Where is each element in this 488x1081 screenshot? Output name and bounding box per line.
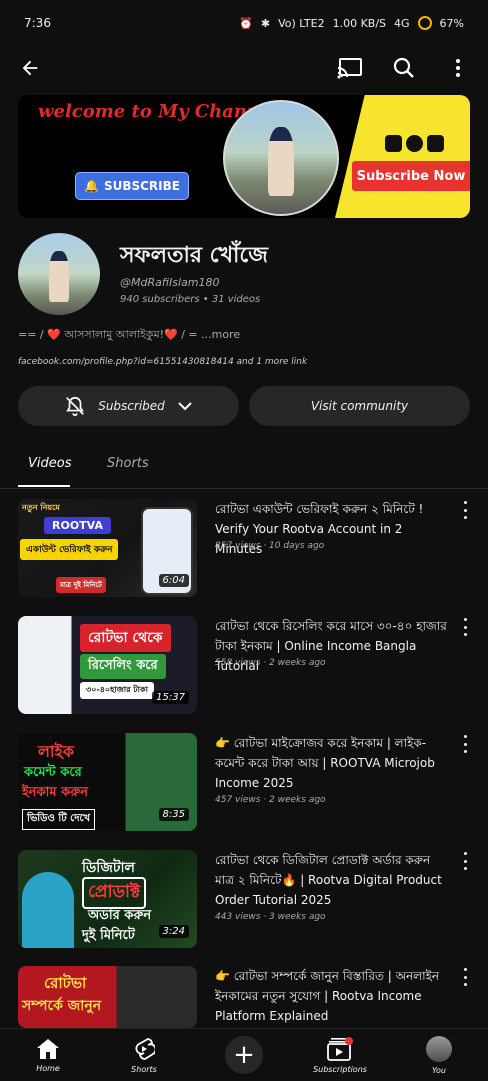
- thumb-label: ৩০-৪০হাজার টাকা: [80, 682, 154, 699]
- thumb-label: অডার করুন: [88, 908, 152, 923]
- nav-subscriptions-label: Subscriptions: [313, 1064, 367, 1074]
- subscribed-label: Subscribed: [98, 399, 165, 413]
- nav-you-label: You: [432, 1065, 446, 1075]
- thumb-label: সম্পর্কে জানুন: [22, 998, 102, 1014]
- channel-tabs: Videos Shorts: [0, 446, 488, 489]
- video-title[interactable]: 👉 রোটভা মাইক্রোজব করে ইনকাম | লাইক-কমেন্…: [215, 733, 447, 793]
- create-icon: +: [225, 1036, 263, 1074]
- nav-home-label: Home: [36, 1063, 60, 1073]
- status-icons: ⏰ ✱ Vo) LTE2 1.00 KB/S 4G 67%: [239, 16, 464, 30]
- video-more-icon[interactable]: [460, 852, 470, 870]
- thumb-label: ইনকাম করুন: [22, 785, 88, 800]
- channel-avatar[interactable]: [18, 233, 100, 315]
- video-thumbnail[interactable]: রোটভা সম্পর্কে জানুন: [18, 966, 197, 1028]
- video-thumbnail[interactable]: নতুন নিয়মে ROOTVA একাউন্ট ভেরিফাই করুন …: [18, 499, 197, 597]
- video-duration: 8:35: [158, 808, 189, 821]
- banner-social-icons: [385, 135, 444, 152]
- cast-icon[interactable]: [336, 54, 364, 82]
- status-bar: 7:36 ⏰ ✱ Vo) LTE2 1.00 KB/S 4G 67%: [0, 0, 488, 46]
- video-thumbnail[interactable]: ডিজিটাল প্রোডাক্ট অডার করুন দুই মিনিটে 3…: [18, 850, 197, 948]
- network-label: Vo) LTE2: [278, 16, 325, 30]
- video-item[interactable]: রোটভা সম্পর্কে জানুন 👉 রোটভা সম্পর্কে জা…: [18, 966, 470, 1028]
- video-item[interactable]: রোটভা থেকে রিসেলিং করে ৩০-৪০হাজার টাকা 1…: [18, 616, 470, 716]
- search-icon[interactable]: [390, 54, 418, 82]
- video-title[interactable]: রোটভা থেকে ডিজিটাল প্রোডাক্ট অর্ডার করুন…: [215, 850, 447, 910]
- bottom-navigation: Home Shorts + Subscriptions You: [0, 1028, 488, 1081]
- channel-description[interactable]: == / ❤️ আসসালামু আলাইকুম!❤️ / = ...more: [18, 326, 240, 345]
- video-duration: 15:37: [152, 691, 189, 704]
- nav-shorts[interactable]: Shorts: [104, 1029, 184, 1081]
- video-more-icon[interactable]: [460, 968, 470, 986]
- person-graphic: [22, 872, 74, 948]
- user-avatar-icon: [426, 1035, 452, 1062]
- tab-underline: [18, 485, 70, 487]
- thumb-label: রোটভা থেকে: [80, 624, 171, 652]
- video-item[interactable]: নতুন নিয়মে ROOTVA একাউন্ট ভেরিফাই করুন …: [18, 499, 470, 599]
- battery-level: 67%: [439, 16, 464, 30]
- youtube-icon: [385, 135, 402, 152]
- video-meta: 857 views · 10 days ago: [215, 541, 325, 551]
- signal-label: 4G: [394, 16, 410, 30]
- thumb-label: প্রোডাক্ট: [82, 877, 147, 909]
- banner-yellow-panel: [335, 95, 470, 218]
- subscribed-button[interactable]: Subscribed: [18, 386, 239, 426]
- visit-community-button[interactable]: Visit community: [249, 386, 470, 426]
- video-meta: 443 views · 3 weeks ago: [215, 912, 326, 922]
- banner-subscribe-label: SUBSCRIBE: [103, 179, 180, 193]
- channel-meta: 940 subscribers • 31 videos: [120, 294, 261, 305]
- channel-link[interactable]: facebook.com/profile.php?id=615514308184…: [18, 357, 307, 367]
- thumb-label: রিসেলিং করে: [80, 654, 166, 679]
- thumb-label: ভিডিও টি দেখে: [22, 809, 96, 830]
- video-item[interactable]: ডিজিটাল প্রোডাক্ট অডার করুন দুই মিনিটে 3…: [18, 850, 470, 950]
- thumb-label: একাউন্ট ভেরিফাই করুন: [20, 539, 119, 560]
- facebook-icon: [406, 135, 423, 152]
- thumb-label: মাত্র দুই মিনিটে: [56, 577, 106, 593]
- video-thumbnail[interactable]: লাইক কমেন্ট করে ইনকাম করুন ভিডিও টি দেখে…: [18, 733, 197, 831]
- chevron-down-icon: [178, 402, 192, 411]
- video-more-icon[interactable]: [460, 618, 470, 636]
- video-item[interactable]: লাইক কমেন্ট করে ইনকাম করুন ভিডিও টি দেখে…: [18, 733, 470, 833]
- battery-icon: [417, 16, 432, 30]
- nav-home[interactable]: Home: [8, 1029, 88, 1081]
- thumb-label: লাইক: [38, 742, 75, 761]
- video-title[interactable]: 👉 রোটভা সম্পর্কে জানুন বিস্তারিত | অনলাই…: [215, 966, 447, 1026]
- thumb-label: ROOTVA: [44, 517, 111, 534]
- instagram-icon: [427, 135, 444, 152]
- video-meta: 558 views · 2 weeks ago: [215, 658, 326, 668]
- back-arrow-icon[interactable]: [16, 54, 44, 82]
- video-more-icon[interactable]: [460, 735, 470, 753]
- video-duration: 3:24: [158, 925, 189, 938]
- channel-name: সফলতার খোঁজে: [120, 243, 268, 268]
- thumb-label: দুই মিনিটে: [82, 928, 135, 943]
- banner-subscribe-graphic: 🔔 SUBSCRIBE: [76, 173, 188, 199]
- video-duration: 6:04: [158, 574, 189, 587]
- nav-shorts-label: Shorts: [131, 1064, 157, 1074]
- net-speed: 1.00 KB/S: [332, 16, 387, 30]
- bluetooth-icon: ✱: [260, 16, 271, 30]
- shorts-icon: [135, 1037, 155, 1060]
- nav-subscriptions[interactable]: Subscriptions: [300, 1029, 380, 1081]
- tab-videos[interactable]: Videos: [28, 456, 71, 471]
- nav-you[interactable]: You: [399, 1029, 479, 1081]
- subscriptions-icon: [327, 1036, 353, 1061]
- banner-photo: [223, 100, 339, 216]
- bell-icon: 🔔: [84, 179, 99, 193]
- nav-create[interactable]: +: [204, 1029, 284, 1081]
- bell-off-icon: [66, 396, 85, 416]
- channel-handle: @MdRafiIslam180: [120, 276, 220, 289]
- home-icon: [37, 1038, 59, 1059]
- video-thumbnail[interactable]: রোটভা থেকে রিসেলিং করে ৩০-৪০হাজার টাকা 1…: [18, 616, 197, 714]
- banner-subscribe-now: Subscribe Now: [352, 161, 470, 191]
- video-meta: 457 views · 2 weeks ago: [215, 795, 326, 805]
- top-bar: [0, 46, 488, 90]
- more-vertical-icon[interactable]: [444, 54, 472, 82]
- video-more-icon[interactable]: [460, 501, 470, 519]
- thumb-label: নতুন নিয়মে: [22, 503, 60, 512]
- tab-shorts[interactable]: Shorts: [107, 456, 149, 471]
- channel-banner: welcome to My Channel 🔔 SUBSCRIBE Subscr…: [18, 95, 470, 218]
- alarm-icon: ⏰: [239, 16, 253, 30]
- status-time: 7:36: [24, 16, 51, 30]
- thumb-label: কমেন্ট করে: [24, 765, 82, 780]
